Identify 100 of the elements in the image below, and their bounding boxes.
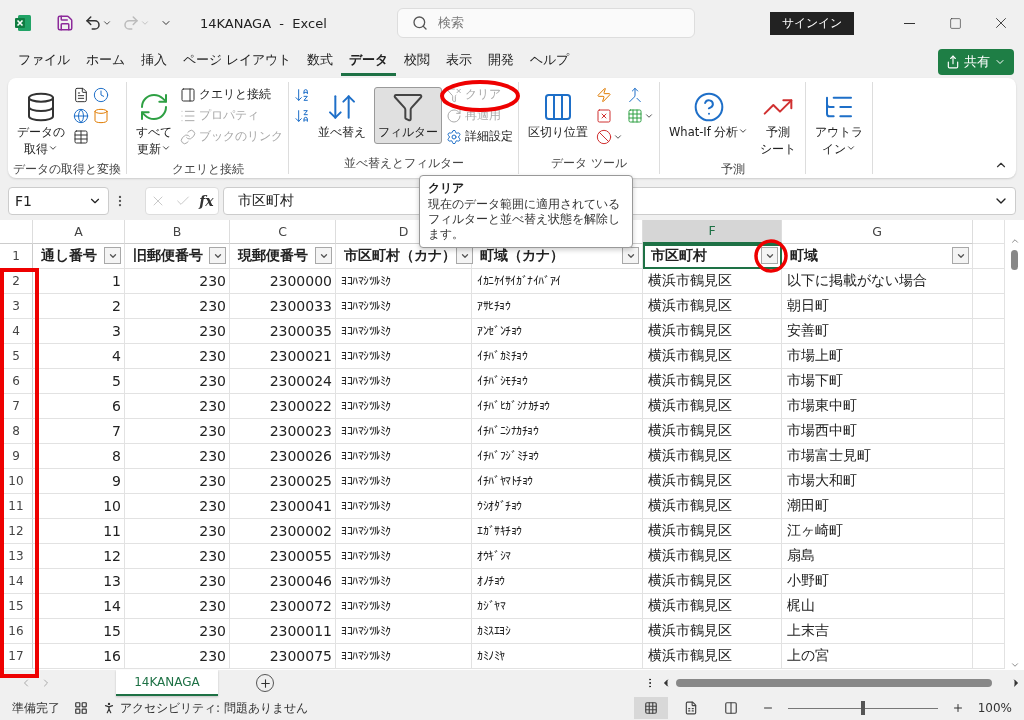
table-cell: 15 bbox=[103, 622, 121, 639]
table-cell: ｲﾁﾊﾞﾌｼﾞﾐﾁｮｳ bbox=[477, 448, 539, 463]
tooltip-title: クリア bbox=[428, 181, 465, 196]
table-cell: 230 bbox=[199, 347, 226, 364]
table-cell: 2300011 bbox=[269, 622, 332, 639]
table-cell: 2300002 bbox=[269, 522, 332, 539]
table-cell: 230 bbox=[199, 422, 226, 439]
table-cell: 14 bbox=[103, 597, 121, 614]
status-text: 準備完了 bbox=[12, 699, 60, 717]
table-cell: 230 bbox=[199, 497, 226, 514]
table-cell: 2300041 bbox=[269, 497, 332, 514]
table-cell: ｱﾝｾﾞﾝﾁｮｳ bbox=[477, 323, 522, 338]
table-cell: 13 bbox=[103, 572, 121, 589]
table-cell: 230 bbox=[199, 522, 226, 539]
table-cell: 230 bbox=[199, 272, 226, 289]
table-cell: 朝日町 bbox=[787, 296, 829, 315]
table-cell: 230 bbox=[199, 322, 226, 339]
header-text: 町域 bbox=[790, 246, 818, 265]
table-cell: 横浜市鶴見区 bbox=[648, 596, 732, 615]
table-cell: 2300033 bbox=[269, 297, 332, 314]
table-cell: 6 bbox=[112, 397, 121, 414]
table-cell: 横浜市鶴見区 bbox=[648, 571, 732, 590]
group-label: データの取得と変換 bbox=[13, 160, 121, 178]
table-cell: ﾖｺﾊﾏｼﾂﾙﾐｸ bbox=[341, 548, 391, 563]
table-cell: 市場西中町 bbox=[787, 421, 857, 440]
table-cell: 以下に掲載がない場合 bbox=[787, 271, 927, 290]
table-cell: 市場東中町 bbox=[787, 396, 857, 415]
table-cell: ﾖｺﾊﾏｼﾂﾙﾐｸ bbox=[341, 398, 391, 413]
table-cell: 8 bbox=[112, 447, 121, 464]
table-cell: ﾖｺﾊﾏｼﾂﾙﾐｸ bbox=[341, 448, 391, 463]
table-cell: ﾖｺﾊﾏｼﾂﾙﾐｸ bbox=[341, 423, 391, 438]
table-cell: 上末吉 bbox=[787, 621, 829, 640]
table-cell: 安善町 bbox=[787, 321, 829, 340]
table-cell: ｵｳｷﾞｼﾏ bbox=[477, 548, 511, 563]
group-label: データ ツール bbox=[550, 154, 628, 172]
table-cell: 市場下町 bbox=[787, 371, 843, 390]
table-cell: ﾖｺﾊﾏｼﾂﾙﾐｸ bbox=[341, 573, 391, 588]
header-text: 市区町村（カナ） bbox=[344, 246, 456, 265]
table-cell: 230 bbox=[199, 572, 226, 589]
header-text: 町域（カナ） bbox=[480, 246, 564, 265]
table-cell: 横浜市鶴見区 bbox=[648, 396, 732, 415]
table-cell: 230 bbox=[199, 372, 226, 389]
table-cell: 7 bbox=[112, 422, 121, 439]
table-cell: 2300046 bbox=[269, 572, 332, 589]
table-cell: ﾖｺﾊﾏｼﾂﾙﾐｸ bbox=[341, 273, 391, 288]
table-cell: 潮田町 bbox=[787, 496, 829, 515]
table-cell: 230 bbox=[199, 397, 226, 414]
table-cell: 9 bbox=[112, 472, 121, 489]
table-cell: ｲﾁﾊﾞｶﾐﾁｮｳ bbox=[477, 348, 527, 363]
table-cell: 2300026 bbox=[269, 447, 332, 464]
table-cell: ﾖｺﾊﾏｼﾂﾙﾐｸ bbox=[341, 623, 391, 638]
table-cell: 2300021 bbox=[269, 347, 332, 364]
table-cell: 横浜市鶴見区 bbox=[648, 371, 732, 390]
header-text: 通し番号 bbox=[41, 246, 97, 265]
table-cell: 上の宮 bbox=[787, 646, 829, 665]
table-cell: 横浜市鶴見区 bbox=[648, 321, 732, 340]
header-text: 旧郵便番号 bbox=[133, 246, 203, 265]
table-cell: 230 bbox=[199, 447, 226, 464]
table-cell: 4 bbox=[112, 347, 121, 364]
table-cell: 11 bbox=[103, 522, 121, 539]
table-cell: ﾖｺﾊﾏｼﾂﾙﾐｸ bbox=[341, 498, 391, 513]
group-label: 予測 bbox=[719, 160, 746, 178]
table-cell: ｶﾐｽｴﾖｼ bbox=[477, 623, 510, 638]
table-cell: ﾖｺﾊﾏｼﾂﾙﾐｸ bbox=[341, 348, 391, 363]
table-cell: 2300025 bbox=[269, 472, 332, 489]
table-cell: 230 bbox=[199, 547, 226, 564]
window-title: 14KANAGA - Excel bbox=[200, 15, 327, 31]
group-label: 並べ替えとフィルター bbox=[342, 154, 465, 172]
table-cell: 2300023 bbox=[269, 422, 332, 439]
table-cell: 2300072 bbox=[269, 597, 332, 614]
table-cell: 扇島 bbox=[787, 546, 815, 565]
table-cell: ﾖｺﾊﾏｼﾂﾙﾐｸ bbox=[341, 473, 391, 488]
zoom-level: 100% bbox=[977, 701, 1012, 716]
table-cell: 横浜市鶴見区 bbox=[648, 446, 732, 465]
table-cell: 230 bbox=[199, 622, 226, 639]
table-cell: ﾖｺﾊﾏｼﾂﾙﾐｸ bbox=[341, 598, 391, 613]
table-cell: ｲｶﾆｹｲｻｲｶﾞﾅｲﾊﾞｱｲ bbox=[477, 273, 561, 288]
table-cell: 横浜市鶴見区 bbox=[648, 646, 732, 665]
table-cell: 2300055 bbox=[269, 547, 332, 564]
table-cell: 横浜市鶴見区 bbox=[648, 271, 732, 290]
table-cell: 梶山 bbox=[787, 596, 815, 615]
table-cell: ﾖｺﾊﾏｼﾂﾙﾐｸ bbox=[341, 523, 391, 538]
table-cell: 2300075 bbox=[269, 647, 332, 664]
table-cell: 2300000 bbox=[269, 272, 332, 289]
table-cell: ｲﾁﾊﾞﾋｶﾞｼﾅｶﾁｮｳ bbox=[477, 398, 550, 413]
table-cell: 市場上町 bbox=[787, 346, 843, 365]
group-label: クエリと接続 bbox=[170, 160, 245, 178]
table-cell: ｶｼﾞﾔﾏ bbox=[477, 598, 505, 613]
table-cell: ｲﾁﾊﾞｼﾓﾁｮｳ bbox=[477, 373, 527, 388]
table-cell: 横浜市鶴見区 bbox=[648, 346, 732, 365]
table-cell: 横浜市鶴見区 bbox=[648, 496, 732, 515]
header-text: 現郵便番号 bbox=[238, 246, 308, 265]
table-cell: 10 bbox=[103, 497, 121, 514]
table-cell: ﾖｺﾊﾏｼﾂﾙﾐｸ bbox=[341, 323, 391, 338]
table-cell: 1 bbox=[112, 272, 121, 289]
table-cell: 横浜市鶴見区 bbox=[648, 421, 732, 440]
table-cell: ｱｻﾋﾁｮｳ bbox=[477, 298, 510, 313]
table-cell: 小野町 bbox=[787, 571, 829, 590]
table-cell: 230 bbox=[199, 647, 226, 664]
table-cell: 横浜市鶴見区 bbox=[648, 521, 732, 540]
